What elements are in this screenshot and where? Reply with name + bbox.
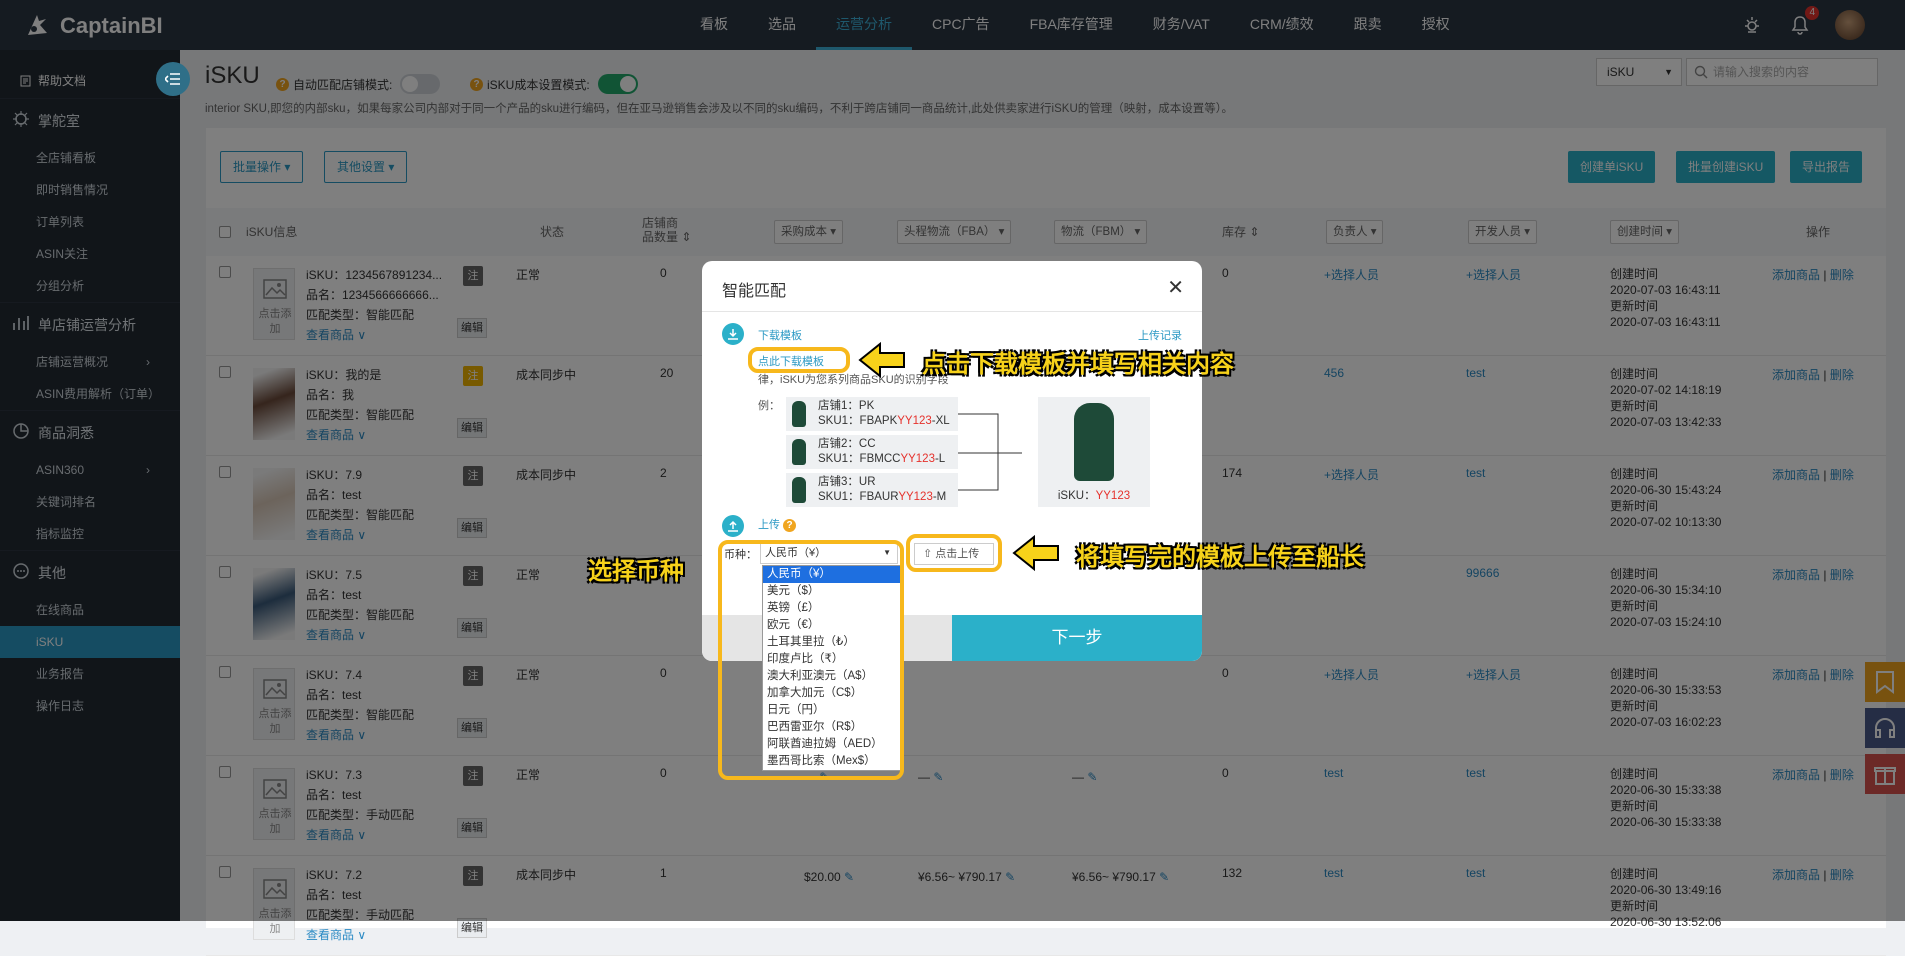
isku-example-card: iSKU：YY123 [1038,397,1150,507]
annotation-highlight-upload [906,534,1002,572]
dress-image [792,401,806,427]
dress-image [792,439,806,465]
view-products-link[interactable]: 查看商品 ∨ [306,926,366,943]
upload-record-link[interactable]: 上传记录 [1138,327,1182,343]
example-shop-1: 店铺1：PK SKU1：FBAPKYY123-XL [786,397,958,431]
edit-button[interactable]: 编辑 [457,918,487,938]
upload-icon [722,515,744,537]
annotation-arrow-icon [858,341,905,379]
help-question-icon[interactable]: ? [783,519,797,532]
upload-label: 上传 ? [758,516,797,532]
annotation-highlight-currency [718,540,904,780]
annotation-arrow-icon [1012,534,1059,572]
annotation-upload-text: 将填写完的模板上传至船长 [1076,544,1364,571]
collapse-menu-icon [165,73,180,85]
download-template-label: 下载模板 [758,330,802,342]
sidebar-collapse-button[interactable] [156,62,190,96]
annotation-download-text: 点击下载模板并填写相关内容 [922,351,1234,378]
mapping-connector [958,413,1022,491]
modal-title: 智能匹配 [722,283,787,300]
dress-image [792,477,806,503]
example-shop-3: 店铺3：UR SKU1：FBAURYY123-M [786,473,958,507]
next-step-button[interactable]: 下一步 [952,615,1202,661]
close-icon[interactable]: ✕ [1167,275,1184,300]
annotation-highlight-download [748,347,850,373]
download-icon [722,323,744,345]
example-shop-2: 店铺2：CC SKU1：FBMCCYY123-L [786,435,958,469]
dress-image [1074,403,1114,481]
template-hint: 律，iSKU为您系列商品SKU的识别字段 [758,374,949,386]
annotation-currency-text: 选择币种 [588,558,684,585]
